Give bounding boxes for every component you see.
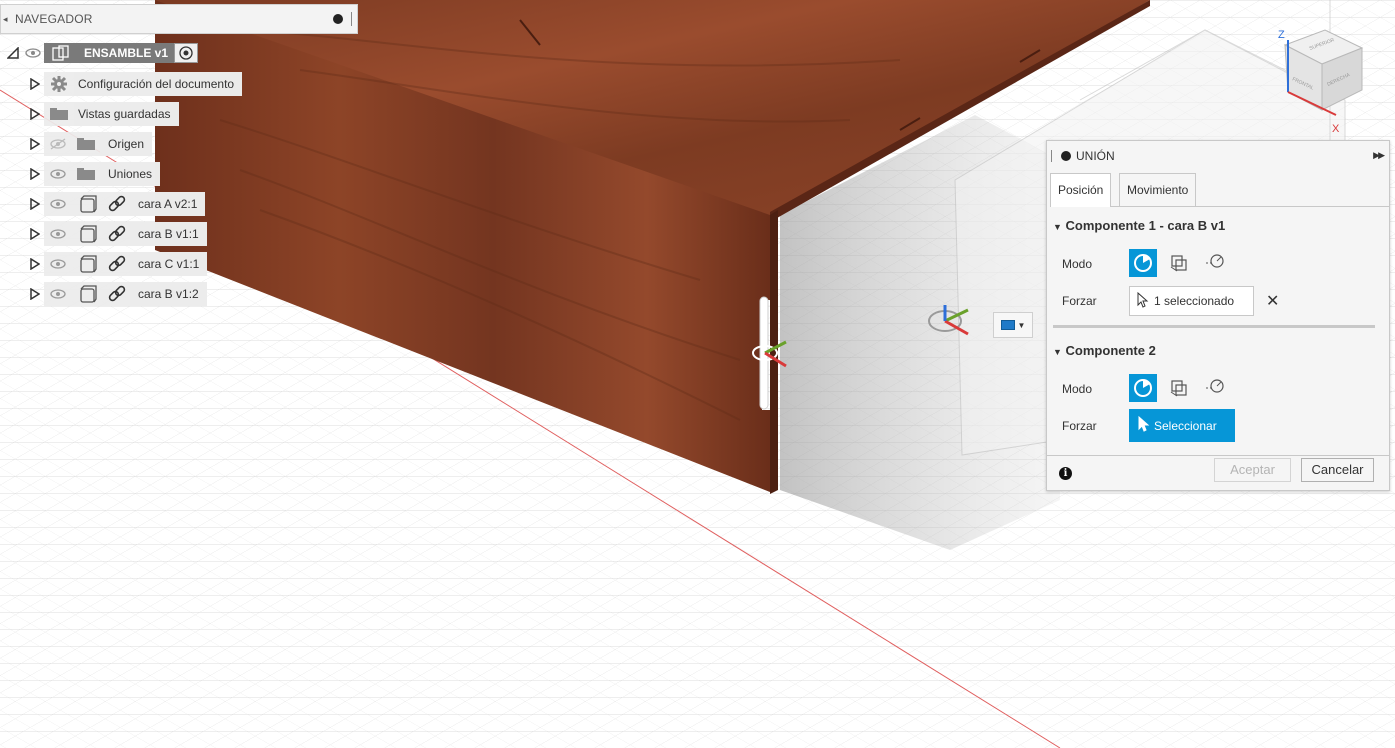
tree-root-row[interactable]: ENSAMBLE v1 <box>4 41 199 65</box>
axis-z-label: Z <box>1278 29 1285 41</box>
snap-selection-value: 1 seleccionado <box>1154 294 1235 308</box>
expand-triangle-icon[interactable] <box>4 41 22 65</box>
eye-icon[interactable] <box>44 222 72 246</box>
eye-icon[interactable] <box>22 41 44 65</box>
chevron-down-icon[interactable]: ▼ <box>1018 321 1026 330</box>
tree-item-label: Configuración del documento <box>74 72 243 96</box>
eye-icon[interactable] <box>44 192 72 216</box>
collapse-triangle-icon[interactable]: ▼ <box>1053 222 1062 232</box>
snap-mode-button[interactable] <box>1129 374 1157 402</box>
tab-position[interactable]: Posición <box>1050 173 1112 207</box>
cancel-button[interactable]: Cancelar <box>1301 458 1374 482</box>
folder-icon <box>72 132 100 156</box>
tree-item-component[interactable]: cara C v1:1 <box>26 252 208 276</box>
between-two-faces-icon[interactable] <box>1165 374 1193 402</box>
expand-triangle-icon[interactable] <box>26 222 44 246</box>
dialog-footer: i Aceptar Cancelar <box>1047 455 1389 491</box>
link-icon <box>104 252 130 276</box>
snap-label: Forzar <box>1062 419 1097 433</box>
expand-triangle-icon[interactable] <box>26 132 44 156</box>
select-snap-button[interactable]: Seleccionar <box>1129 409 1235 442</box>
tree-item-component[interactable]: cara B v1:2 <box>26 282 207 306</box>
eye-icon[interactable] <box>44 282 72 306</box>
expand-triangle-icon[interactable] <box>26 102 44 126</box>
snap-mode-button[interactable] <box>1129 249 1157 277</box>
expand-arrows-icon[interactable]: ▶▶ <box>1373 150 1385 161</box>
tree-item-label: cara A v2:1 <box>130 192 206 216</box>
folder-icon <box>44 102 74 126</box>
snap-label: Forzar <box>1062 294 1097 308</box>
component1-title: Componente 1 - cara B v1 <box>1065 218 1226 233</box>
drag-handle[interactable] <box>351 12 354 26</box>
collapse-arrow-icon[interactable]: ◂ <box>3 14 15 25</box>
assembly-icon <box>44 43 78 63</box>
dialog-tabs: Posición Movimiento <box>1050 172 1390 207</box>
link-icon <box>104 192 130 216</box>
tree-item-label: Uniones <box>100 162 161 186</box>
drag-handle[interactable] <box>1051 150 1054 162</box>
cursor-arrow-icon <box>1137 415 1151 435</box>
pin-dot-icon[interactable] <box>333 14 343 24</box>
between-two-faces-icon[interactable] <box>1165 249 1193 277</box>
collapse-triangle-icon[interactable]: ▼ <box>1053 347 1062 357</box>
info-icon[interactable]: i <box>1059 467 1072 480</box>
component-box-icon <box>72 282 104 306</box>
two-edge-intersection-icon[interactable] <box>1201 249 1229 277</box>
component-box-icon <box>72 222 104 246</box>
expand-triangle-icon[interactable] <box>26 192 44 216</box>
component2-section-title[interactable]: ▼ Componente 2 <box>1053 343 1156 358</box>
joint-preview-toolbar[interactable]: ▼ <box>993 312 1033 338</box>
image-icon[interactable] <box>1000 320 1015 330</box>
dialog-header[interactable]: UNIÓN ▶▶ <box>1047 141 1389 171</box>
ok-button[interactable]: Aceptar <box>1214 458 1291 482</box>
snap-selection-field[interactable]: 1 seleccionado <box>1129 286 1254 316</box>
tree-item-document-settings[interactable]: Configuración del documento <box>26 72 243 96</box>
component2-title: Componente 2 <box>1065 343 1156 358</box>
section-divider <box>1053 325 1375 328</box>
expand-triangle-icon[interactable] <box>26 252 44 276</box>
eye-hidden-icon[interactable] <box>44 132 72 156</box>
gear-icon <box>44 72 74 96</box>
component-box-icon <box>72 192 104 216</box>
component-box-icon <box>72 252 104 276</box>
navigator-header[interactable]: ◂ NAVEGADOR <box>0 4 358 34</box>
mode-label: Modo <box>1062 257 1093 271</box>
tree-item-component[interactable]: cara A v2:1 <box>26 192 206 216</box>
cursor-arrow-icon <box>1136 291 1150 311</box>
select-snap-label: Seleccionar <box>1154 418 1217 433</box>
tree-item-label: cara C v1:1 <box>130 252 208 276</box>
pin-dot-icon[interactable] <box>1061 151 1071 161</box>
tree-item-label: cara B v1:1 <box>130 222 207 246</box>
expand-triangle-icon[interactable] <box>26 282 44 306</box>
mode-label: Modo <box>1062 382 1093 396</box>
tree-root-label[interactable]: ENSAMBLE v1 <box>78 43 175 63</box>
tree-item-label: Vistas guardadas <box>74 102 179 126</box>
tree-item-joints[interactable]: Uniones <box>26 162 161 186</box>
expand-triangle-icon[interactable] <box>26 72 44 96</box>
dialog-title: UNIÓN <box>1076 149 1115 163</box>
tree-item-label: cara B v1:2 <box>130 282 207 306</box>
tab-motion[interactable]: Movimiento <box>1119 173 1197 206</box>
tree-item-label: Origen <box>100 132 153 156</box>
folder-icon <box>72 162 100 186</box>
eye-icon[interactable] <box>44 252 72 276</box>
navigator-title: NAVEGADOR <box>15 12 93 26</box>
joint-dialog: UNIÓN ▶▶ Posición Movimiento ▼ Component… <box>1046 140 1390 491</box>
link-icon <box>104 222 130 246</box>
activate-radio-icon[interactable] <box>174 43 199 63</box>
two-edge-intersection-icon[interactable] <box>1201 374 1229 402</box>
tree-item-component[interactable]: cara B v1:1 <box>26 222 207 246</box>
component1-section-title[interactable]: ▼ Componente 1 - cara B v1 <box>1053 218 1225 233</box>
clear-selection-icon[interactable]: ✕ <box>1266 291 1279 311</box>
eye-icon[interactable] <box>44 162 72 186</box>
tree-item-saved-views[interactable]: Vistas guardadas <box>26 102 179 126</box>
expand-triangle-icon[interactable] <box>26 162 44 186</box>
link-icon <box>104 282 130 306</box>
tree-item-origin[interactable]: Origen <box>26 132 153 156</box>
axis-x-label: X <box>1332 123 1340 135</box>
